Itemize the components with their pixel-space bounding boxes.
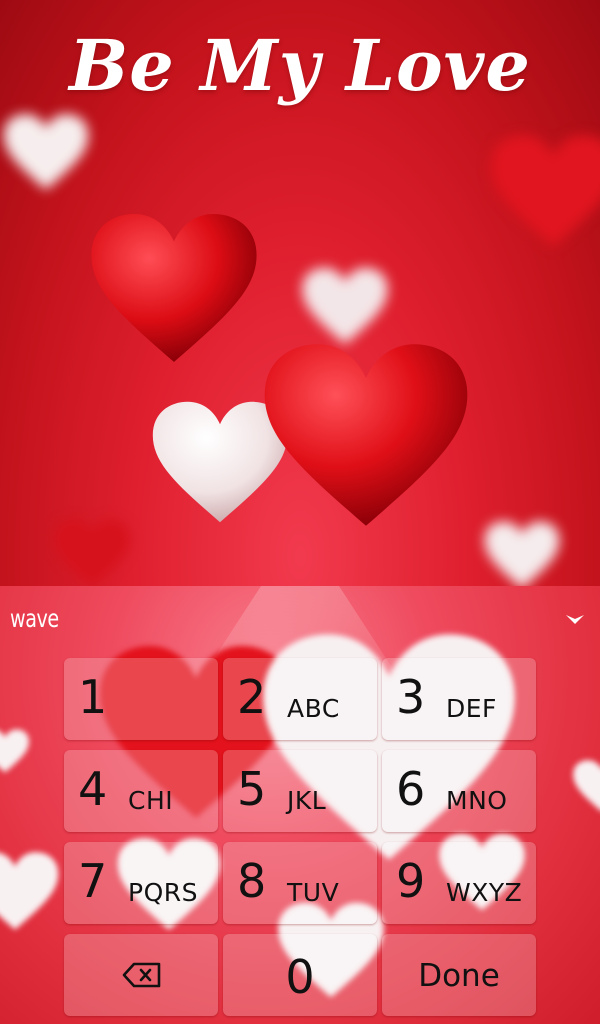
key-digit: 9 bbox=[396, 854, 426, 908]
keypad: 1 2 ABC 3 DEF 4 CHI 5 JKL 6 MNO 7 PQRS 8 bbox=[64, 658, 536, 1016]
heart-icon bbox=[0, 726, 30, 776]
key-8[interactable]: 8 TUV bbox=[223, 842, 377, 924]
done-label: Done bbox=[418, 958, 500, 994]
key-2[interactable]: 2 ABC bbox=[223, 658, 377, 740]
backspace-icon bbox=[122, 962, 162, 988]
heart-icon bbox=[572, 756, 600, 816]
key-5[interactable]: 5 JKL bbox=[223, 750, 377, 832]
heart-icon bbox=[2, 112, 90, 192]
heart-icon bbox=[300, 266, 390, 346]
key-digit: 6 bbox=[396, 762, 426, 816]
key-digit: 3 bbox=[396, 670, 426, 724]
heart-icon bbox=[460, 520, 584, 586]
heart-icon bbox=[0, 846, 60, 936]
brand-logo: wave bbox=[10, 604, 59, 633]
wallpaper-title: Be My Love bbox=[69, 24, 531, 107]
key-letters: CHI bbox=[128, 786, 174, 815]
heart-icon bbox=[50, 518, 134, 586]
heart-icon bbox=[488, 116, 600, 266]
key-digit: 0 bbox=[285, 950, 315, 1004]
key-6[interactable]: 6 MNO bbox=[382, 750, 536, 832]
key-letters: PQRS bbox=[128, 878, 198, 907]
numeric-keyboard: wave 1 2 ABC 3 DEF 4 CHI 5 JKL 6 MNO 7 P… bbox=[0, 586, 600, 1024]
key-digit: 7 bbox=[78, 854, 108, 908]
key-9[interactable]: 9 WXYZ bbox=[382, 842, 536, 924]
key-digit: 4 bbox=[78, 762, 108, 816]
heart-icon bbox=[88, 210, 260, 366]
key-3[interactable]: 3 DEF bbox=[382, 658, 536, 740]
keyboard-toolbar: wave bbox=[0, 586, 600, 652]
key-letters: DEF bbox=[446, 694, 497, 723]
wallpaper: Be My Love bbox=[0, 0, 600, 586]
heart-icon bbox=[260, 340, 472, 530]
key-letters: JKL bbox=[287, 786, 327, 815]
key-letters: TUV bbox=[287, 878, 340, 907]
key-digit: 2 bbox=[237, 670, 267, 724]
backspace-button[interactable] bbox=[64, 934, 218, 1016]
key-7[interactable]: 7 PQRS bbox=[64, 842, 218, 924]
key-4[interactable]: 4 CHI bbox=[64, 750, 218, 832]
key-digit: 5 bbox=[237, 762, 267, 816]
key-letters: WXYZ bbox=[446, 878, 523, 907]
key-letters: ABC bbox=[287, 694, 340, 723]
key-1[interactable]: 1 bbox=[64, 658, 218, 740]
key-0[interactable]: 0 bbox=[223, 934, 377, 1016]
key-digit: 1 bbox=[78, 670, 108, 724]
key-digit: 8 bbox=[237, 854, 267, 908]
chevron-down-icon[interactable] bbox=[564, 612, 586, 628]
done-button[interactable]: Done bbox=[382, 934, 536, 1016]
key-letters: MNO bbox=[446, 786, 508, 815]
